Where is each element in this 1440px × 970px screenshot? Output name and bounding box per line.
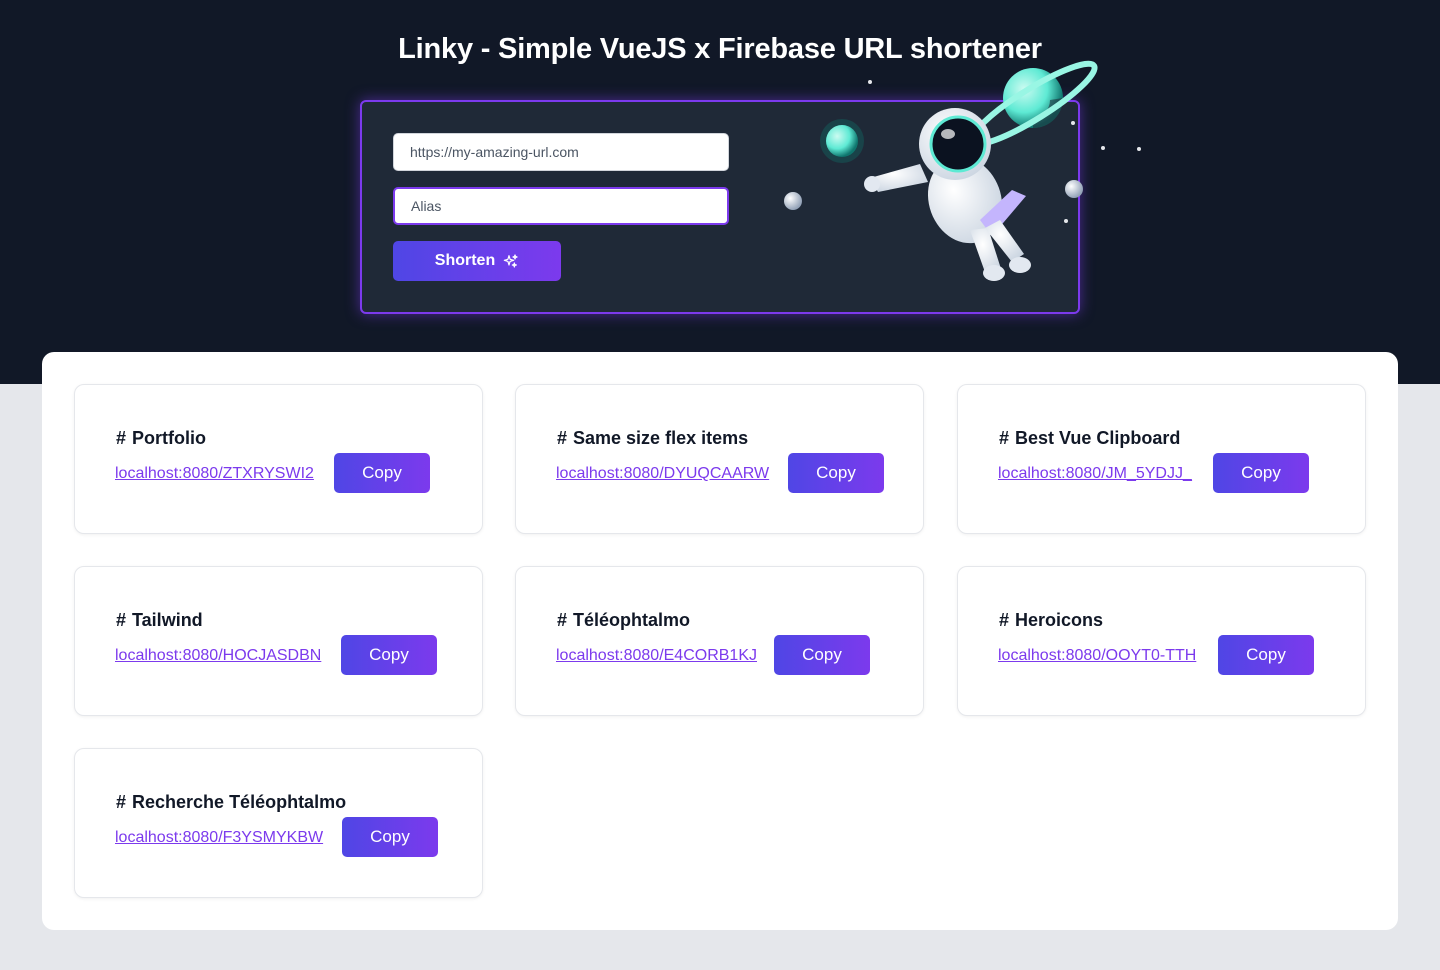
link-card: # Tailwind localhost:8080/HOCJASDBN Copy bbox=[74, 566, 483, 716]
copy-button[interactable]: Copy bbox=[1218, 635, 1314, 675]
hash-icon: # bbox=[116, 610, 127, 630]
copy-button[interactable]: Copy bbox=[774, 635, 870, 675]
link-title: # Tailwind bbox=[116, 610, 203, 631]
link-name: Téléophtalmo bbox=[573, 610, 691, 630]
link-card: # Best Vue Clipboard localhost:8080/JM_5Y… bbox=[957, 384, 1366, 534]
link-card: # Recherche Téléophtalmo localhost:8080/F… bbox=[74, 748, 483, 898]
copy-button[interactable]: Copy bbox=[334, 453, 430, 493]
link-name: Portfolio bbox=[132, 428, 207, 448]
short-url-link[interactable]: localhost:8080/ZTXRYSWI2 bbox=[115, 465, 314, 483]
link-card: # Same size flex items localhost:8080/DYU… bbox=[515, 384, 924, 534]
link-card: # Téléophtalmo localhost:8080/E4CORB1KJ C… bbox=[515, 566, 924, 716]
alias-input[interactable] bbox=[393, 187, 729, 225]
link-title: # Téléophtalmo bbox=[557, 610, 690, 631]
links-panel: # Portfolio localhost:8080/ZTXRYSWI2 Copy… bbox=[42, 352, 1398, 930]
link-title: # Recherche Téléophtalmo bbox=[116, 792, 346, 813]
short-url-link[interactable]: localhost:8080/F3YSMYKBW bbox=[115, 829, 323, 847]
short-url-link[interactable]: localhost:8080/DYUQCAARW bbox=[556, 465, 769, 483]
link-card: # Heroicons localhost:8080/OOYT0-TTH Copy bbox=[957, 566, 1366, 716]
hash-icon: # bbox=[557, 610, 568, 630]
astronaut-planet-illustration bbox=[784, 60, 1141, 281]
link-title: # Portfolio bbox=[116, 428, 206, 449]
short-url-link[interactable]: localhost:8080/JM_5YDJJ_ bbox=[998, 465, 1192, 483]
copy-button[interactable]: Copy bbox=[341, 635, 437, 675]
hash-icon: # bbox=[999, 610, 1010, 630]
short-url-link[interactable]: localhost:8080/E4CORB1KJ bbox=[556, 647, 757, 665]
link-name: Heroicons bbox=[1015, 610, 1104, 630]
sparkles-icon bbox=[503, 254, 518, 268]
hash-icon: # bbox=[557, 428, 568, 448]
page-title: Linky - Simple VueJS x Firebase URL shor… bbox=[398, 33, 1042, 65]
hash-icon: # bbox=[116, 428, 127, 448]
url-input[interactable] bbox=[393, 133, 729, 171]
short-url-link[interactable]: localhost:8080/OOYT0-TTH bbox=[998, 647, 1196, 665]
hash-icon: # bbox=[116, 792, 127, 812]
copy-button[interactable]: Copy bbox=[342, 817, 438, 857]
copy-button[interactable]: Copy bbox=[1213, 453, 1309, 493]
short-url-link[interactable]: localhost:8080/HOCJASDBN bbox=[115, 647, 321, 665]
link-name: Same size flex items bbox=[573, 428, 749, 448]
link-title: # Best Vue Clipboard bbox=[999, 428, 1180, 449]
link-name: Tailwind bbox=[132, 610, 203, 630]
hash-icon: # bbox=[999, 428, 1010, 448]
link-title: # Heroicons bbox=[999, 610, 1103, 631]
link-name: Recherche Téléophtalmo bbox=[132, 792, 347, 812]
shorten-button-label: Shorten bbox=[434, 252, 496, 269]
link-name: Best Vue Clipboard bbox=[1015, 428, 1181, 448]
link-title: # Same size flex items bbox=[557, 428, 748, 449]
copy-button[interactable]: Copy bbox=[788, 453, 884, 493]
shorten-button[interactable]: Shorten bbox=[393, 241, 561, 281]
link-card: # Portfolio localhost:8080/ZTXRYSWI2 Copy bbox=[74, 384, 483, 534]
